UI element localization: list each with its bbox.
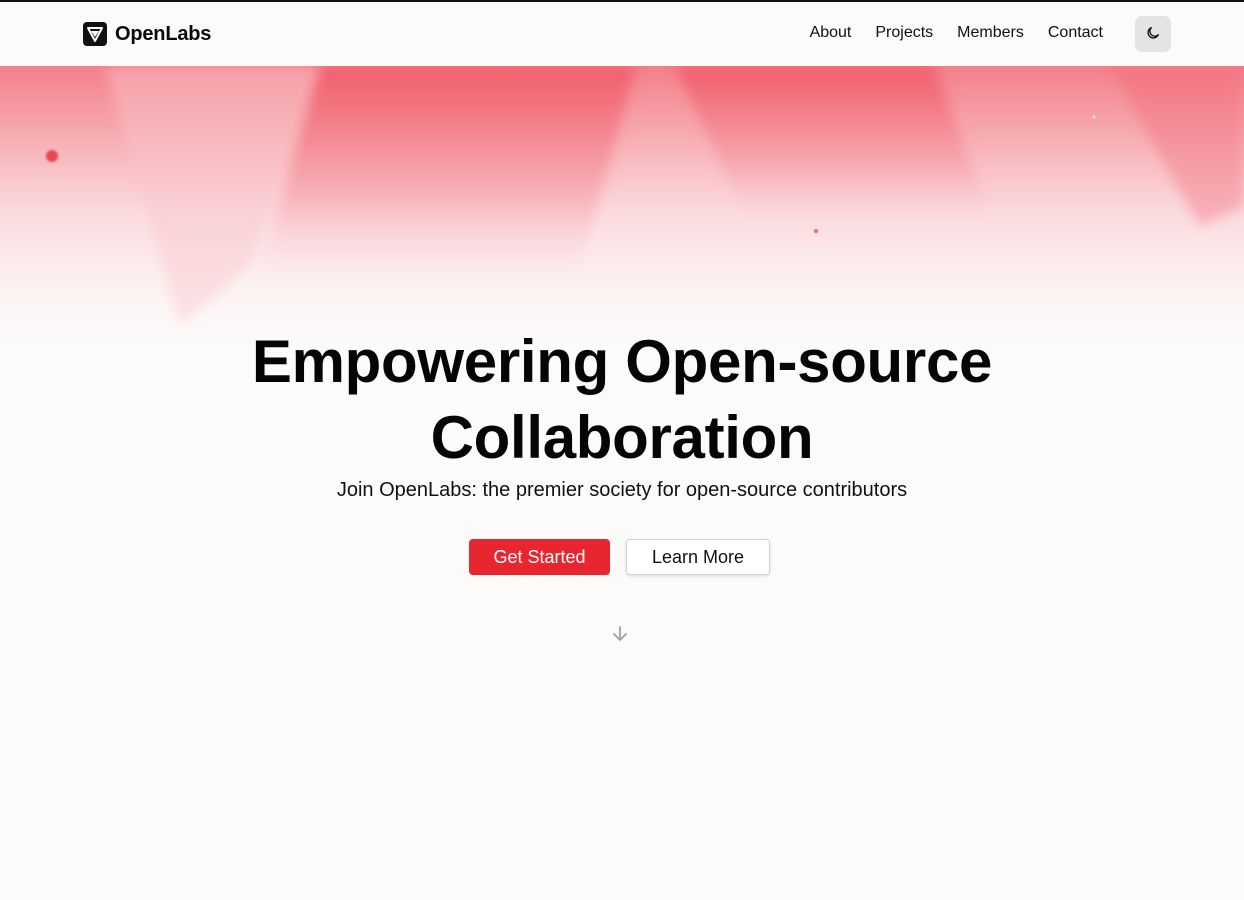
moon-icon [1145,25,1161,44]
nav-link-members[interactable]: Members [957,24,1024,42]
learn-more-button[interactable]: Learn More [626,539,770,575]
theme-toggle-button[interactable] [1135,16,1171,52]
brand-name: OpenLabs [115,22,212,45]
nav-link-about[interactable]: About [810,24,852,42]
hero-headline-line2: Collaboration [430,404,814,471]
navbar: OpenLabs About Projects Members Contact [0,2,1244,66]
hero-section: Empowering Open-source Collaboration Joi… [0,66,1244,900]
hero-subtitle: Join OpenLabs: the premier society for o… [336,479,908,501]
arrow-down-icon[interactable] [610,624,630,644]
hero-headline-line1: Empowering Open-source [251,328,993,395]
nav-link-projects[interactable]: Projects [875,24,933,42]
get-started-button[interactable]: Get Started [469,539,610,575]
nav-link-contact[interactable]: Contact [1048,24,1103,42]
brand-link[interactable]: OpenLabs [83,22,211,46]
hero-headline: Empowering Open-source Collaboration [0,324,1244,476]
main-nav: About Projects Members Contact [810,24,1103,42]
shield-logo-icon [83,22,107,46]
